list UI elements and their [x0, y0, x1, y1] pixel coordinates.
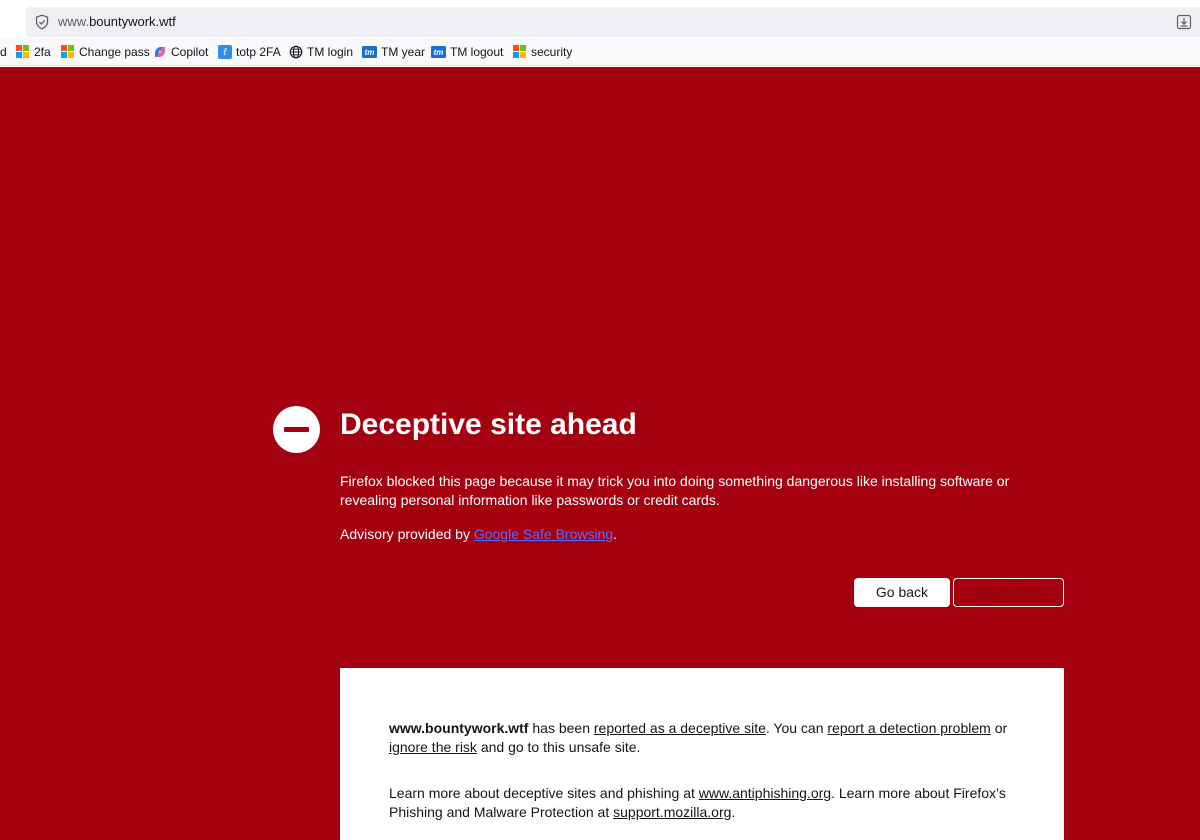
- bookmark-label: TM logout: [450, 45, 504, 59]
- microsoft-logo-icon: [61, 45, 75, 59]
- bookmark-label: TM login: [307, 45, 354, 59]
- warning-description: Firefox blocked this page because it may…: [340, 473, 1010, 508]
- url-bar[interactable]: www.bountywork.wtf: [26, 7, 1200, 37]
- advisory-prefix: Advisory provided by: [340, 526, 474, 542]
- url-domain: bountywork.wtf: [89, 14, 176, 29]
- download-icon[interactable]: [1176, 14, 1192, 30]
- bookmark-copilot[interactable]: Copilot: [153, 44, 208, 60]
- advisory-text: Advisory provided by Google Safe Browsin…: [340, 525, 617, 544]
- tracking-protection-shield-icon[interactable]: [34, 14, 50, 30]
- bookmark-cut-off[interactable]: d: [0, 45, 7, 59]
- microsoft-logo-icon: [513, 45, 527, 59]
- details-text: has been: [528, 720, 594, 736]
- bookmark-label: security: [531, 45, 573, 59]
- url-prefix: www.: [58, 14, 90, 29]
- bookmark-label: TM year: [381, 45, 426, 59]
- details-panel: www.bountywork.wtf has been reported as …: [340, 668, 1064, 840]
- tm-icon: tm: [431, 46, 446, 58]
- tm-icon: tm: [362, 46, 377, 58]
- bookmark-label: Change pass: [79, 45, 150, 59]
- report-detection-problem-link[interactable]: report a detection problem: [827, 720, 990, 736]
- bookmark-label: 2fa: [34, 45, 51, 59]
- support-mozilla-link[interactable]: support.mozilla.org: [613, 804, 731, 820]
- antiphishing-link[interactable]: www.antiphishing.org: [699, 785, 831, 801]
- page-title: Deceptive site ahead: [340, 408, 637, 441]
- details-text: .: [731, 804, 736, 820]
- url-text[interactable]: www.bountywork.wtf: [58, 14, 176, 30]
- microsoft-logo-icon: [16, 45, 30, 59]
- bookmark-label: totp 2FA: [236, 45, 281, 59]
- navigation-bar: www.bountywork.wtf: [0, 4, 1200, 38]
- ignore-risk-link[interactable]: ignore the risk: [389, 739, 477, 755]
- go-back-button[interactable]: Go back: [854, 578, 950, 607]
- details-text: or: [990, 720, 1008, 736]
- bookmark-tm-year[interactable]: tm TM year: [362, 44, 425, 60]
- bookmark-tm-login[interactable]: TM login: [289, 44, 353, 60]
- bookmark-2fa[interactable]: 2fa: [16, 44, 51, 60]
- bookmark-security[interactable]: security: [513, 44, 572, 60]
- bookmark-totp-2fa[interactable]: ℓ totp 2FA: [218, 44, 281, 60]
- blocked-stop-icon: [273, 406, 320, 453]
- see-details-button[interactable]: See details: [953, 578, 1064, 607]
- details-text: . You can: [765, 720, 828, 736]
- details-paragraph-learn-more: Learn more about deceptive sites and phi…: [389, 784, 1029, 822]
- deceptive-site-warning-page: Deceptive site ahead Firefox blocked thi…: [0, 67, 1200, 840]
- details-text: Learn more about deceptive sites and phi…: [389, 785, 699, 801]
- details-text: and go to this unsafe site.: [476, 739, 641, 755]
- reported-deceptive-link[interactable]: reported as a deceptive site: [594, 720, 766, 736]
- bookmark-change-pass[interactable]: Change pass: [61, 44, 150, 60]
- google-safe-browsing-link[interactable]: Google Safe Browsing: [474, 526, 613, 542]
- globe-icon: [289, 45, 303, 59]
- site-domain: www.bountywork.wtf: [389, 720, 529, 736]
- bookmarks-toolbar: d 2fa Change pass Copilot ℓ totp 2FA TM …: [0, 38, 1200, 66]
- bookmark-tm-logout[interactable]: tm TM logout: [431, 44, 503, 60]
- totp-icon: ℓ: [218, 45, 232, 59]
- copilot-icon: [155, 47, 165, 57]
- advisory-suffix: .: [613, 526, 618, 542]
- warning-icon-wrap: [273, 406, 320, 453]
- bookmark-label: Copilot: [171, 45, 209, 59]
- details-paragraph-report: www.bountywork.wtf has been reported as …: [389, 719, 1029, 757]
